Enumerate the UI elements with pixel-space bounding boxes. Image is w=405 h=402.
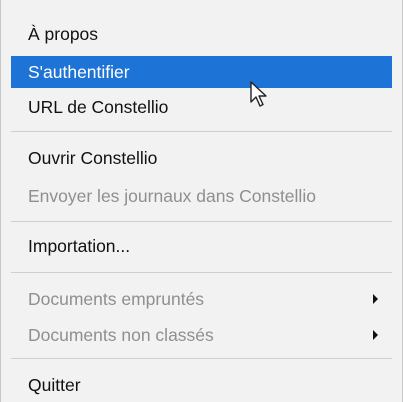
- chevron-right-icon: [373, 294, 378, 304]
- menu-separator: [11, 221, 392, 222]
- menu-item-label: Envoyer les journaux dans Constellio: [28, 186, 316, 206]
- menu-item-label: À propos: [28, 24, 99, 44]
- menu-item-s-authentifier[interactable]: S'authentifier: [11, 56, 392, 88]
- menu-item-label: Documents empruntés: [28, 289, 205, 309]
- menu-item-documents-non-classes: Documents non classés: [11, 319, 392, 351]
- menu-separator: [11, 131, 392, 132]
- menu-item-documents-empruntes: Documents empruntés: [11, 283, 392, 315]
- menu-separator: [11, 358, 392, 359]
- menu-item-url-constellio[interactable]: URL de Constellio: [11, 91, 392, 123]
- menu-item-label: URL de Constellio: [28, 97, 169, 117]
- menu-item-a-propos[interactable]: À propos: [11, 18, 392, 50]
- menu-item-importation[interactable]: Importation...: [11, 230, 392, 262]
- menu-item-label: Importation...: [28, 236, 131, 256]
- chevron-right-icon: [373, 330, 378, 340]
- menu-item-label: Quitter: [28, 375, 81, 395]
- context-menu: À propos S'authentifier URL de Constelli…: [0, 0, 403, 402]
- menu-separator: [11, 272, 392, 273]
- menu-item-label: Ouvrir Constellio: [28, 148, 158, 168]
- mouse-pointer-icon: [250, 81, 267, 107]
- menu-item-label: S'authentifier: [28, 62, 130, 82]
- menu-item-quitter[interactable]: Quitter: [11, 369, 392, 401]
- menu-item-label: Documents non classés: [28, 325, 214, 345]
- menu-item-envoyer-journaux: Envoyer les journaux dans Constellio: [11, 180, 392, 212]
- menu-item-ouvrir-constellio[interactable]: Ouvrir Constellio: [11, 142, 392, 174]
